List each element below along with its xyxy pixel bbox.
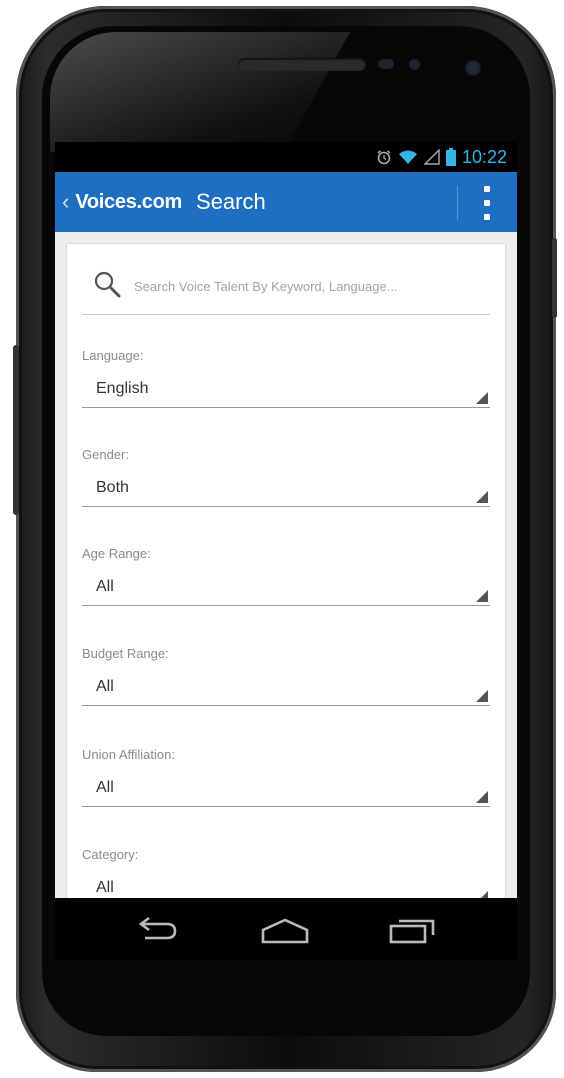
age-range-select[interactable]: All [82, 572, 490, 606]
union-affiliation-value: All [96, 779, 114, 796]
recent-apps-icon[interactable] [383, 910, 443, 950]
app-logo[interactable]: Voices.com [75, 191, 182, 214]
gender-label: Gender: [82, 447, 129, 462]
status-bar: 10:22 [55, 142, 517, 172]
search-form-card: Language: English Gender: Both Age Range… [67, 244, 505, 898]
app-screen: 10:22 ‹ Voices.com Search Language: Engl… [55, 142, 517, 898]
dropdown-arrow-icon [476, 590, 488, 602]
category-select[interactable]: All [82, 873, 490, 898]
search-box[interactable] [82, 258, 490, 315]
dropdown-arrow-icon [476, 392, 488, 404]
clock: 10:22 [461, 146, 507, 167]
age-range-value: All [96, 578, 114, 595]
dropdown-arrow-icon [476, 891, 488, 898]
gender-field: Gender: Both [82, 447, 490, 507]
power-button [552, 238, 557, 318]
category-field: Category: All [82, 847, 490, 898]
proximity-sensor [378, 59, 394, 69]
battery-icon [445, 148, 456, 166]
union-affiliation-label: Union Affiliation: [82, 747, 175, 762]
home-icon[interactable] [255, 910, 315, 950]
wifi-icon [398, 149, 418, 165]
budget-range-field: Budget Range: All [82, 646, 490, 706]
action-bar: ‹ Voices.com Search [55, 172, 517, 232]
light-sensor [409, 59, 420, 70]
union-affiliation-select[interactable]: All [82, 773, 490, 807]
navigation-bar [55, 898, 517, 960]
earpiece-speaker [238, 58, 366, 71]
gender-value: Both [96, 479, 129, 496]
language-label: Language: [82, 348, 144, 363]
dropdown-arrow-icon [476, 690, 488, 702]
age-range-label: Age Range: [82, 546, 151, 561]
age-range-field: Age Range: All [82, 546, 490, 606]
budget-range-label: Budget Range: [82, 646, 169, 661]
action-bar-divider [457, 186, 458, 220]
page-title: Search [196, 189, 266, 214]
overflow-menu-icon[interactable] [479, 186, 495, 220]
volume-button [13, 345, 19, 515]
budget-range-select[interactable]: All [82, 672, 490, 706]
language-field: Language: English [82, 348, 490, 408]
gender-select[interactable]: Both [82, 473, 490, 507]
dropdown-arrow-icon [476, 791, 488, 803]
front-camera [465, 60, 481, 76]
signal-icon [423, 149, 440, 165]
alarm-icon [376, 149, 392, 165]
language-select[interactable]: English [82, 374, 490, 408]
category-value: All [96, 879, 114, 896]
back-chevron-icon[interactable]: ‹ [62, 189, 69, 215]
search-input[interactable] [134, 278, 464, 294]
search-icon [92, 269, 122, 304]
budget-range-value: All [96, 678, 114, 695]
category-label: Category: [82, 847, 139, 862]
language-value: English [96, 380, 149, 397]
dropdown-arrow-icon [476, 491, 488, 503]
union-affiliation-field: Union Affiliation: All [82, 747, 490, 807]
back-icon[interactable] [127, 910, 187, 950]
